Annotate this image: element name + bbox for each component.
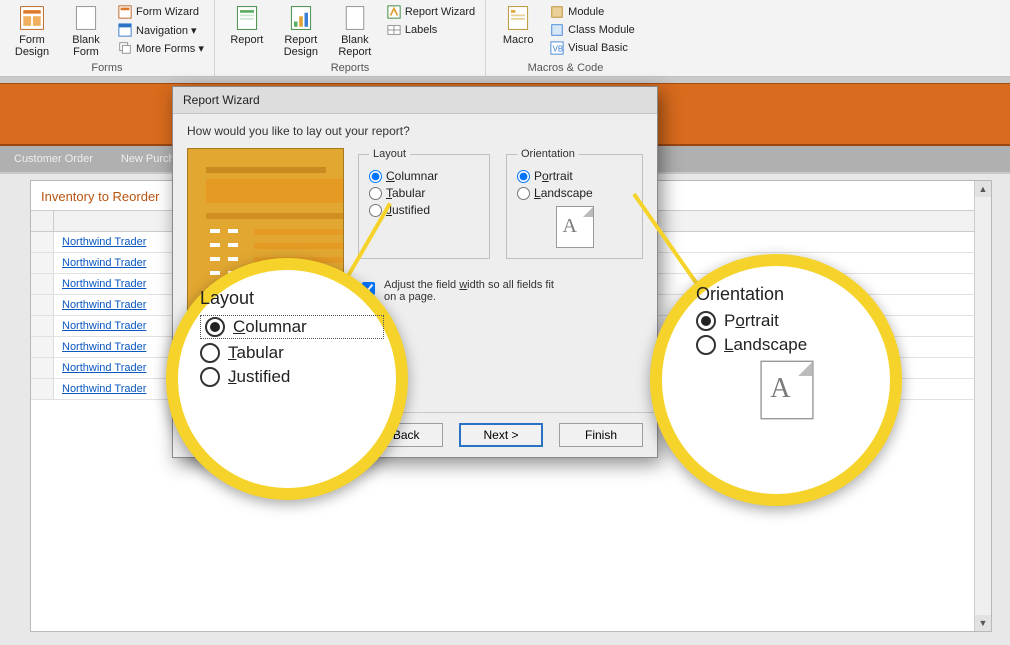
class-module-icon	[550, 23, 564, 37]
callout-layout-legend: Layout	[200, 288, 384, 309]
adjust-width-label: Adjust the field width so all fields fit…	[384, 279, 558, 303]
more-forms-button[interactable]: More Forms ▾	[114, 40, 208, 56]
form-design-button[interactable]: Form Design	[6, 2, 58, 60]
class-module-button[interactable]: Class Module	[546, 22, 639, 38]
callout-layout-columnar: Columnar	[200, 315, 384, 339]
orientation-landscape-option[interactable]: Landscape	[517, 186, 632, 200]
form-design-label: Form Design	[15, 34, 49, 58]
report-icon	[233, 4, 261, 32]
callout-orientation-preview-icon	[760, 361, 813, 420]
next-button[interactable]: Next >	[459, 423, 543, 447]
row-selector[interactable]	[31, 337, 54, 357]
form-wizard-icon	[118, 5, 132, 19]
scroll-up-button[interactable]: ▲	[975, 181, 991, 197]
dialog-question: How would you like to lay out your repor…	[187, 124, 643, 138]
macro-icon	[504, 4, 532, 32]
dialog-title: Report Wizard	[173, 87, 657, 114]
callout-orientation-landscape: Landscape	[696, 335, 878, 355]
report-wizard-label: Report Wizard	[405, 6, 475, 18]
callout-orientation-legend: Orientation	[696, 284, 878, 305]
finish-button[interactable]: Finish	[559, 423, 643, 447]
orientation-legend: Orientation	[517, 148, 579, 160]
callout-layout-justified: Justified	[200, 367, 384, 387]
report-wizard-icon	[387, 5, 401, 19]
layout-legend: Layout	[369, 148, 410, 160]
ribbon-group-reports: Report Report Design Blank Report Report…	[215, 0, 486, 76]
navigation-icon	[118, 23, 132, 37]
navigation-label: Navigation ▾	[136, 24, 197, 37]
more-forms-label: More Forms ▾	[136, 42, 204, 55]
macro-label: Macro	[503, 34, 534, 46]
blank-form-icon	[72, 4, 100, 32]
visual-basic-button[interactable]: VB Visual Basic	[546, 40, 639, 56]
module-button[interactable]: Module	[546, 4, 639, 20]
layout-callout: Layout Columnar Tabular Justified	[166, 258, 408, 500]
orientation-landscape-radio[interactable]	[517, 187, 530, 200]
ribbon-group-reports-title: Reports	[221, 62, 479, 76]
class-module-label: Class Module	[568, 24, 635, 36]
orientation-fieldset: Orientation Portrait Landscape	[506, 148, 643, 259]
form-design-icon	[18, 4, 46, 32]
navigation-button[interactable]: Navigation ▾	[114, 22, 208, 38]
ribbon-group-macros: Macro Module Class Module VB Visual Basic…	[486, 0, 645, 76]
vertical-scrollbar[interactable]: ▲ ▼	[974, 181, 991, 631]
ribbon: Form Design Blank Form Form Wizard Navig…	[0, 0, 1010, 77]
report-wizard-button[interactable]: Report Wizard	[383, 4, 479, 20]
layout-columnar-option[interactable]: CColumnarolumnar	[369, 169, 479, 183]
row-selector[interactable]	[31, 232, 54, 252]
ribbon-group-forms-title: Forms	[6, 62, 208, 76]
report-label: Report	[230, 34, 263, 46]
more-forms-icon	[118, 41, 132, 55]
callout-layout-tabular: Tabular	[200, 343, 384, 363]
report-design-button[interactable]: Report Design	[275, 2, 327, 60]
labels-icon	[387, 23, 401, 37]
row-selector-header[interactable]	[31, 211, 54, 231]
labels-label: Labels	[405, 24, 437, 36]
orientation-portrait-radio[interactable]	[517, 170, 530, 183]
row-selector[interactable]	[31, 295, 54, 315]
tab-customer-order[interactable]: Customer Order	[0, 146, 107, 172]
callout-orientation-portrait: Portrait	[696, 311, 878, 331]
report-design-label: Report Design	[284, 34, 318, 58]
layout-tabular-radio[interactable]	[369, 187, 382, 200]
layout-fieldset: Layout CColumnarolumnar Tabular Justifie…	[358, 148, 490, 259]
blank-form-label: Blank Form	[72, 34, 100, 58]
visual-basic-icon: VB	[550, 41, 564, 55]
row-selector[interactable]	[31, 274, 54, 294]
row-selector[interactable]	[31, 358, 54, 378]
blank-report-button[interactable]: Blank Report	[329, 2, 381, 60]
orientation-preview-icon	[556, 206, 594, 248]
ribbon-group-forms: Form Design Blank Form Form Wizard Navig…	[0, 0, 215, 76]
macro-button[interactable]: Macro	[492, 2, 544, 48]
visual-basic-label: Visual Basic	[568, 42, 628, 54]
form-wizard-button[interactable]: Form Wizard	[114, 4, 208, 20]
orientation-callout: Orientation Portrait Landscape	[650, 254, 902, 506]
report-button[interactable]: Report	[221, 2, 273, 48]
layout-columnar-radio[interactable]	[369, 170, 382, 183]
row-selector[interactable]	[31, 379, 54, 399]
blank-report-icon	[341, 4, 369, 32]
ribbon-group-macros-title: Macros & Code	[492, 62, 639, 76]
form-wizard-label: Form Wizard	[136, 6, 199, 18]
row-selector[interactable]	[31, 253, 54, 273]
labels-button[interactable]: Labels	[383, 22, 479, 38]
orientation-portrait-option[interactable]: Portrait	[517, 169, 632, 183]
module-label: Module	[568, 6, 604, 18]
row-selector[interactable]	[31, 316, 54, 336]
blank-report-label: Blank Report	[338, 34, 371, 58]
svg-text:VB: VB	[553, 45, 563, 54]
report-design-icon	[287, 4, 315, 32]
module-icon	[550, 5, 564, 19]
blank-form-button[interactable]: Blank Form	[60, 2, 112, 60]
layout-tabular-option[interactable]: Tabular	[369, 186, 479, 200]
scroll-down-button[interactable]: ▼	[975, 615, 991, 631]
